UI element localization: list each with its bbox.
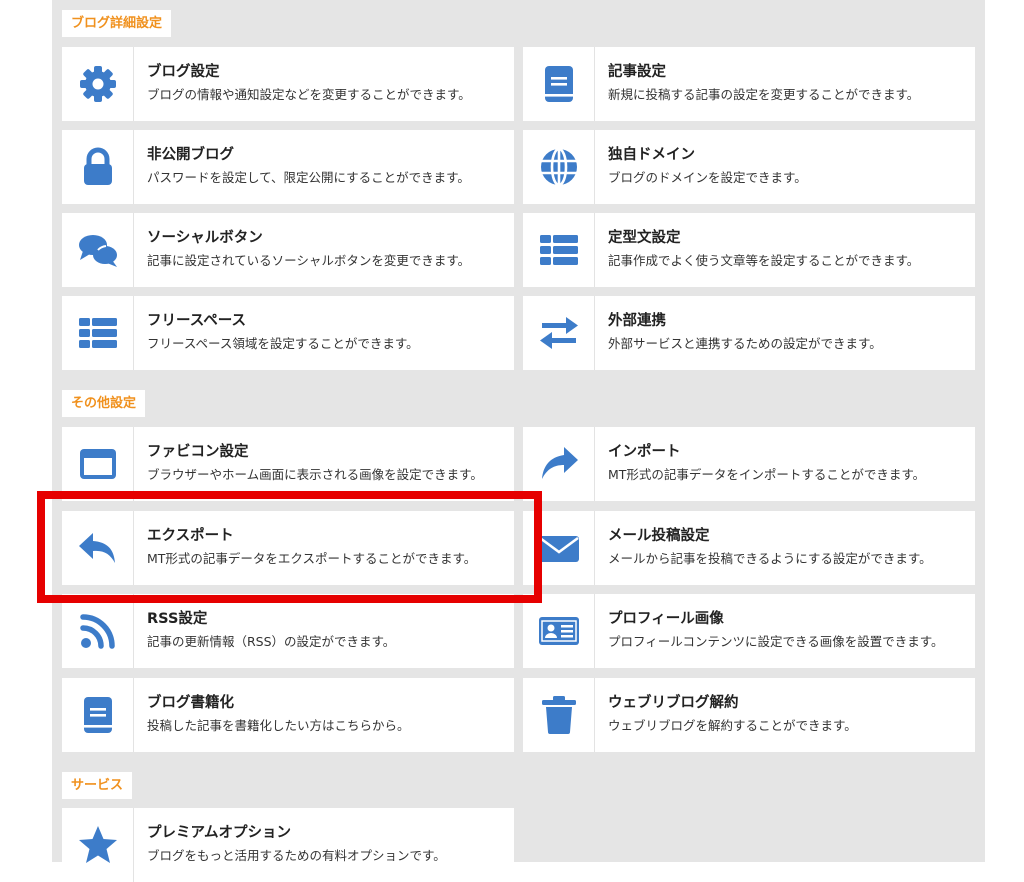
card-title: ソーシャルボタン — [147, 230, 263, 246]
settings-card-custom-domain[interactable]: 独自ドメインブログのドメインを設定できます。 — [523, 130, 975, 204]
envelope-icon — [523, 511, 595, 585]
card-description: メールから記事を投稿できるようにする設定ができます。 — [608, 551, 932, 566]
card-title: 外部連携 — [608, 313, 666, 329]
card-description: フリースペース領域を設定することができます。 — [147, 336, 419, 351]
card-title: プロフィール画像 — [608, 611, 724, 627]
gear-icon — [62, 47, 134, 121]
article-icon — [523, 47, 595, 121]
card-title: フリースペース — [147, 313, 247, 329]
card-title: プレミアムオプション — [147, 825, 291, 841]
settings-card-premium-option[interactable]: プレミアムオプション ブログをもっと活用するための有料オプションです。 — [62, 808, 514, 882]
settings-card-export[interactable]: エクスポート MT形式の記事データをエクスポートすることができます。 — [62, 511, 514, 585]
card-title: エクスポート — [147, 528, 234, 544]
card-title: ファビコン設定 — [147, 444, 249, 460]
card-title: ウェブリブログ解約 — [608, 695, 739, 711]
card-description: パスワードを設定して、限定公開にすることができます。 — [147, 170, 470, 185]
section-label-other: その他設定 — [62, 390, 146, 417]
card-description: 記事作成でよく使う文章等を設定することができます。 — [608, 253, 920, 268]
share-arrow-icon — [523, 427, 595, 501]
card-title: 非公開ブログ — [147, 147, 234, 163]
exchange-icon — [523, 296, 595, 370]
section-label-service: サービス — [62, 772, 133, 799]
comments-icon — [62, 213, 134, 287]
card-title: 定型文設定 — [608, 230, 681, 246]
settings-card-profile-image[interactable]: プロフィール画像プロフィールコンテンツに設定できる画像を設置できます。 — [523, 594, 975, 668]
reply-arrow-icon — [62, 511, 134, 585]
globe-icon — [523, 130, 595, 204]
trash-icon — [523, 678, 595, 752]
card-description: ブログのドメインを設定できます。 — [608, 170, 807, 185]
card-description: ブラウザーやホーム画面に表示される画像を設定できます。 — [147, 467, 483, 482]
section-label-blog-detail: ブログ詳細設定 — [62, 10, 172, 37]
card-title: ブログ書籍化 — [147, 695, 234, 711]
card-description: 記事の更新情報（RSS）の設定ができます。 — [147, 634, 396, 649]
settings-card-free-space[interactable]: フリースペースフリースペース領域を設定することができます。 — [62, 296, 514, 370]
settings-card-favicon[interactable]: ファビコン設定ブラウザーやホーム画面に表示される画像を設定できます。 — [62, 427, 514, 501]
card-description: ウェブリブログを解約することができます。 — [608, 718, 857, 733]
star-icon — [62, 808, 134, 882]
settings-card-rss[interactable]: RSS設定記事の更新情報（RSS）の設定ができます。 — [62, 594, 514, 668]
settings-card-import[interactable]: インポート MT形式の記事データをインポートすることができます。 — [523, 427, 975, 501]
settings-card-book-publishing[interactable]: ブログ書籍化投稿した記事を書籍化したい方はこちらから。 — [62, 678, 514, 752]
settings-card-blog-settings[interactable]: ブログ設定ブログの情報や通知設定などを変更することができます。 — [62, 47, 514, 121]
book-icon — [62, 678, 134, 752]
settings-card-external-integration[interactable]: 外部連携外部サービスと連携するための設定ができます。 — [523, 296, 975, 370]
card-description: プロフィールコンテンツに設定できる画像を設置できます。 — [608, 634, 944, 649]
id-card-icon — [523, 594, 595, 668]
card-title: インポート — [608, 444, 681, 460]
settings-card-social-buttons[interactable]: ソーシャルボタン記事に設定されているソーシャルボタンを変更できます。 — [62, 213, 514, 287]
card-title: RSS設定 — [147, 611, 208, 627]
window-icon — [62, 427, 134, 501]
settings-card-mail-posting[interactable]: メール投稿設定メールから記事を投稿できるようにする設定ができます。 — [523, 511, 975, 585]
card-description: 投稿した記事を書籍化したい方はこちらから。 — [147, 718, 410, 733]
settings-card-article-settings[interactable]: 記事設定新規に投稿する記事の設定を変更することができます。 — [523, 47, 975, 121]
card-description: 記事に設定されているソーシャルボタンを変更できます。 — [147, 253, 471, 268]
card-description: MT形式の記事データをエクスポートすることができます。 — [147, 551, 477, 566]
card-description: ブログの情報や通知設定などを変更することができます。 — [147, 87, 471, 102]
list-icon — [523, 213, 595, 287]
settings-card-private-blog[interactable]: 非公開ブログパスワードを設定して、限定公開にすることができます。 — [62, 130, 514, 204]
rss-icon — [62, 594, 134, 668]
card-description: 新規に投稿する記事の設定を変更することができます。 — [608, 87, 920, 102]
card-title: 記事設定 — [608, 64, 666, 80]
settings-card-cancel-webryblog[interactable]: ウェブリブログ解約ウェブリブログを解約することができます。 — [523, 678, 975, 752]
card-title: ブログ設定 — [147, 64, 220, 80]
list-icon — [62, 296, 134, 370]
card-title: メール投稿設定 — [608, 528, 710, 544]
card-title: 独自ドメイン — [608, 147, 695, 163]
settings-card-template-text[interactable]: 定型文設定記事作成でよく使う文章等を設定することができます。 — [523, 213, 975, 287]
card-description: MT形式の記事データをインポートすることができます。 — [608, 467, 926, 482]
card-description: 外部サービスと連携するための設定ができます。 — [608, 336, 882, 351]
lock-icon — [62, 130, 134, 204]
